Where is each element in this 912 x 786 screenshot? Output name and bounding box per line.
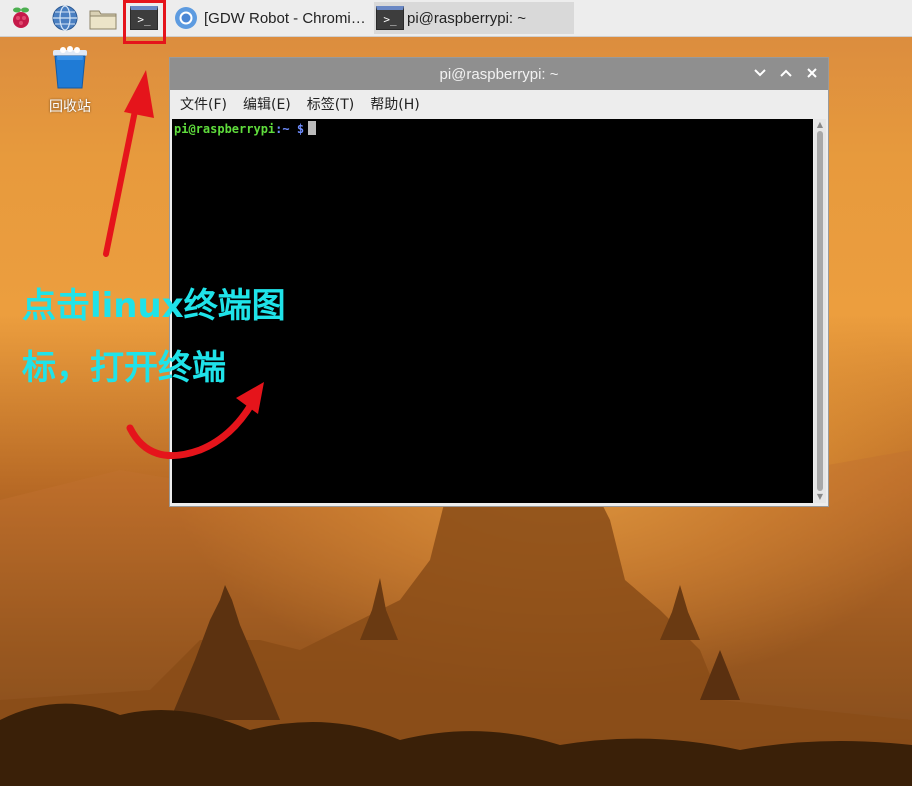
highlight-box (123, 0, 166, 44)
scroll-up-arrow-icon[interactable]: ▲ (816, 121, 824, 129)
task-terminal-label: pi@raspberrypi: ~ (407, 9, 527, 27)
annotation-line1: 点击linux终端图 (22, 286, 286, 326)
scroll-down-arrow-icon[interactable]: ▼ (816, 493, 824, 501)
minimize-chevron-icon[interactable] (752, 64, 768, 82)
menu-file[interactable]: 文件(F) (180, 94, 227, 114)
scroll-thumb[interactable] (817, 131, 823, 491)
web-browser-icon[interactable] (50, 3, 80, 33)
menu-help[interactable]: 帮助(H) (370, 94, 419, 114)
terminal-icon: >_ (376, 6, 404, 30)
task-chromium[interactable]: [GDW Robot - Chromi… (172, 2, 372, 34)
maximize-chevron-icon[interactable] (778, 64, 794, 82)
prompt-path: :~ $ (275, 122, 305, 136)
shell-prompt: pi@raspberrypi:~ $ (174, 121, 317, 136)
annotation-line2: 标，打开终端 (22, 348, 226, 388)
chromium-icon (172, 4, 200, 32)
trash-icon (53, 46, 87, 89)
trash-label: 回收站 (49, 99, 91, 115)
task-terminal[interactable]: >_ pi@raspberrypi: ~ (374, 2, 574, 34)
trash-desktop-icon[interactable]: 回收站 (40, 44, 100, 116)
scrollbar[interactable]: ▲ ▼ (814, 119, 826, 503)
menu-tabs[interactable]: 标签(T) (307, 94, 354, 114)
file-manager-icon[interactable] (88, 3, 118, 33)
arrow-up-icon (103, 70, 154, 257)
prompt-user: pi@raspberrypi (174, 122, 276, 136)
window-titlebar[interactable]: pi@raspberrypi: ~ (170, 58, 828, 90)
text-cursor (308, 121, 317, 135)
raspberry-menu-icon[interactable] (6, 3, 36, 33)
menu-edit[interactable]: 编辑(E) (243, 94, 291, 114)
task-chromium-label: [GDW Robot - Chromi… (204, 9, 366, 27)
window-title: pi@raspberrypi: ~ (439, 65, 559, 83)
close-icon[interactable] (804, 64, 820, 82)
menu-bar: 文件(F) 编辑(E) 标签(T) 帮助(H) (170, 90, 828, 118)
